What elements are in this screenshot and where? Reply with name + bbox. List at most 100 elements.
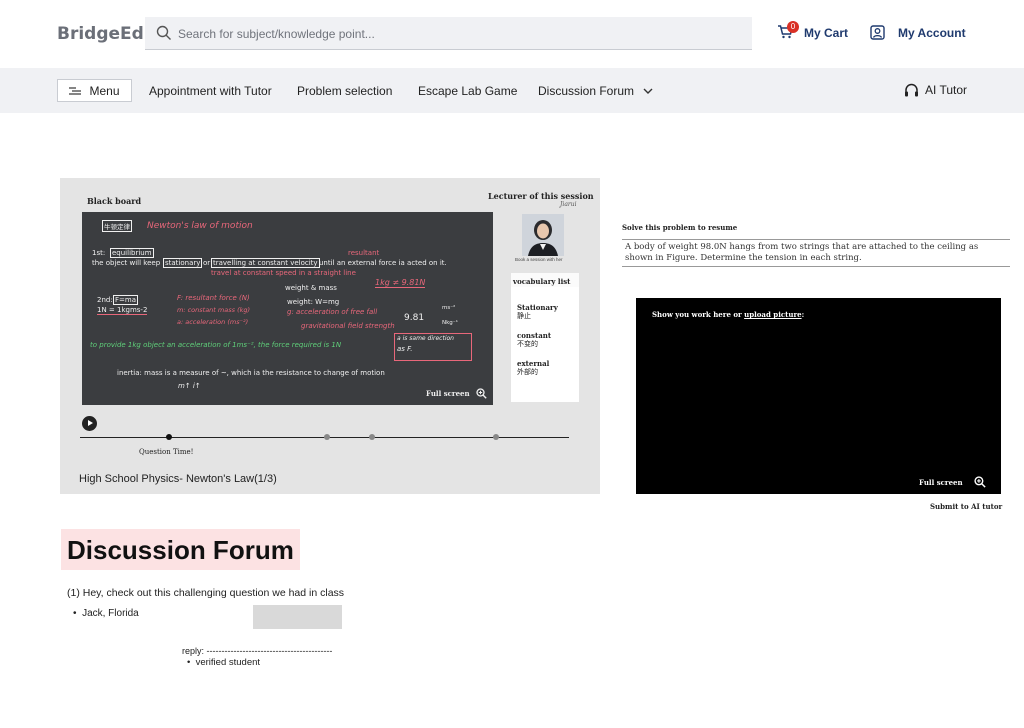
nav-discussion-forum-label: Discussion Forum xyxy=(538,84,635,98)
board-line2-b: until an external force ia acted on it. xyxy=(319,259,447,267)
main-nav: Menu Appointment with Tutor Problem sele… xyxy=(0,68,1024,113)
board-box-note1: a is same direction xyxy=(397,335,454,342)
ai-tutor-button[interactable]: AI Tutor xyxy=(904,83,967,97)
board-equilibrium: equilibrium xyxy=(110,248,154,258)
reply-field[interactable]: reply: ---------------------------------… xyxy=(182,646,332,656)
cart-icon: 0 xyxy=(777,21,799,41)
forum-post[interactable]: (1) Hey, check out this challenging ques… xyxy=(67,587,344,599)
work-canvas[interactable]: Show you work here or upload picture: Fu… xyxy=(636,298,1001,494)
vocabulary-list: vocabulary list Stationary 静止 constant 不… xyxy=(511,273,579,402)
board-first-law: 1st: xyxy=(92,249,106,257)
blackboard: 牛顿定律 Newton's law of motion 1st: equilib… xyxy=(82,212,493,405)
timeline-marker[interactable] xyxy=(493,434,499,440)
board-line2-a: the object will keep xyxy=(92,259,161,267)
work-fullscreen-button[interactable]: Full screen xyxy=(919,476,986,488)
vocab-item-en: constant xyxy=(517,331,552,340)
post-author-name: Jack, Florida xyxy=(82,608,139,619)
board-title-hand: Newton's law of motion xyxy=(147,221,253,231)
board-g-unit1: ms⁻² xyxy=(442,305,456,311)
post-attachment-placeholder[interactable] xyxy=(253,605,342,629)
board-weight-formula: weight: W=mg xyxy=(287,298,340,306)
headphones-icon xyxy=(905,83,918,97)
board-a-def: a: acceleration (ms⁻²) xyxy=(177,318,249,326)
work-fullscreen-label: Full screen xyxy=(919,477,963,487)
question-time-label: Question Time! xyxy=(139,448,194,456)
account-label: My Account xyxy=(898,25,966,40)
board-g-value: 9.81 xyxy=(404,313,425,323)
lecturer-avatar[interactable] xyxy=(522,214,564,256)
board-green-note: to provide 1kg object an acceleration of… xyxy=(90,341,342,349)
timeline-marker-current[interactable] xyxy=(166,434,172,440)
board-resultant: resultant xyxy=(348,249,380,257)
lecturer-signature: Jiarui xyxy=(560,201,577,208)
zoom-in-icon xyxy=(973,476,986,488)
board-title-cn: 牛顿定律 xyxy=(102,220,132,232)
play-button[interactable] xyxy=(82,416,97,431)
solve-problem-label: Solve this problem to resume xyxy=(622,223,738,232)
ai-tutor-label: AI Tutor xyxy=(925,83,968,97)
board-g-def1: g: acceleration of free fall xyxy=(287,308,378,316)
board-constant-velocity: travelling at constant velocity xyxy=(211,258,320,268)
search-input[interactable]: Search for subject/knowledge point... xyxy=(178,27,375,41)
cart-label: My Cart xyxy=(804,26,849,40)
board-newton-def: 1N = 1kgms-2 xyxy=(97,306,148,315)
board-weight-mass: weight & mass xyxy=(285,284,337,292)
lecturer-label: Lecturer of this session xyxy=(488,191,594,201)
vocab-item-cn: 不变的 xyxy=(517,341,538,348)
zoom-in-icon xyxy=(475,388,487,399)
board-stationary: stationary xyxy=(163,258,203,268)
timeline-marker[interactable] xyxy=(324,434,330,440)
chevron-down-icon xyxy=(643,88,653,94)
board-constant-speed-note: travel at constant speed in a straight l… xyxy=(211,269,356,277)
post-author: • Jack, Florida xyxy=(73,608,139,619)
nav-appointment-with-tutor[interactable]: Appointment with Tutor xyxy=(149,84,272,98)
lesson-video-card: Black board Lecturer of this session Jia… xyxy=(60,178,600,494)
menu-button[interactable]: Menu xyxy=(57,79,132,102)
menu-label: Menu xyxy=(89,83,120,98)
board-g-def2: gravitational field strength xyxy=(301,322,395,330)
my-account-button[interactable]: My Account xyxy=(870,25,966,40)
board-g-unit2: Nkg⁻¹ xyxy=(442,320,458,326)
vocab-item: external 外部的 xyxy=(517,359,549,377)
nav-escape-lab-game[interactable]: Escape Lab Game xyxy=(418,84,517,98)
vocabulary-title: vocabulary list xyxy=(513,277,571,286)
search-bar[interactable]: Search for subject/knowledge point... xyxy=(145,17,752,50)
cart-count-badge: 0 xyxy=(787,21,799,33)
forum-heading: Discussion Forum xyxy=(61,529,300,570)
board-fma: F=ma xyxy=(113,295,138,305)
board-fullscreen-label: Full screen xyxy=(426,389,470,398)
top-header: BridgeEd Search for subject/knowledge po… xyxy=(0,0,1024,68)
board-inertia: inertia: mass is a measure of ~, which i… xyxy=(117,369,385,377)
work-label-suffix: : xyxy=(801,310,805,319)
book-session-caption[interactable]: Book a session with her xyxy=(515,257,563,262)
my-cart-button[interactable]: 0 My Cart xyxy=(777,21,849,41)
work-instructions: Show you work here or upload picture: xyxy=(652,310,804,319)
nav-problem-selection[interactable]: Problem selection xyxy=(297,84,392,98)
board-kg-note: 1kg ≠ 9.81N xyxy=(375,278,426,288)
work-label-prefix: Show you work here or xyxy=(652,310,745,319)
vocab-item: Stationary 静止 xyxy=(517,303,558,321)
timeline-marker[interactable] xyxy=(369,434,375,440)
menu-icon xyxy=(69,86,82,95)
nav-discussion-forum[interactable]: Discussion Forum xyxy=(538,84,653,98)
blackboard-label: Black board xyxy=(87,196,142,206)
board-direction-box: a is same direction as F. xyxy=(394,333,472,361)
board-f-def: F: resultant force (N) xyxy=(177,294,250,302)
vocab-item: constant 不变的 xyxy=(517,331,551,349)
vocab-item-cn: 静止 xyxy=(517,313,531,320)
board-second-law: 2nd: xyxy=(97,296,113,304)
board-fullscreen-button[interactable]: Full screen xyxy=(426,388,487,399)
brand-logo[interactable]: BridgeEd xyxy=(57,24,144,44)
board-inertia-hand: m↑ i↑ xyxy=(178,382,201,390)
search-icon xyxy=(156,25,171,40)
vocab-item-cn: 外部的 xyxy=(517,369,538,376)
video-title: High School Physics- Newton's Law(1/3) xyxy=(79,473,277,485)
board-m-def: m: constant mass (kg) xyxy=(177,306,251,314)
board-box-note2: as F. xyxy=(397,345,413,353)
vocab-item-en: external xyxy=(517,359,550,368)
account-icon xyxy=(870,25,885,40)
board-or: or xyxy=(203,259,211,267)
vocab-item-en: Stationary xyxy=(517,303,558,312)
submit-to-ai-tutor-button[interactable]: Submit to AI tutor xyxy=(930,502,1002,511)
upload-picture-link[interactable]: upload picture xyxy=(744,310,801,319)
